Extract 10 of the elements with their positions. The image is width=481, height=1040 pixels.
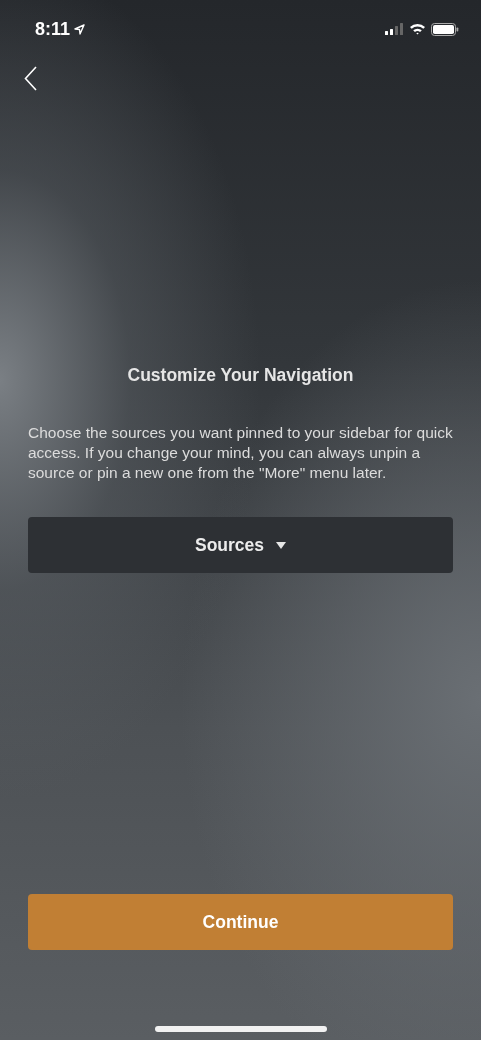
- battery-icon: [431, 22, 459, 36]
- page-title: Customize Your Navigation: [126, 365, 355, 386]
- caret-icon: [276, 541, 287, 549]
- sources-dropdown[interactable]: Sources: [28, 517, 453, 573]
- status-time: 8:11: [35, 18, 71, 40]
- description-text: Choose the sources you want pinned to your sidebar for quick access. If you change your mind, you can always unpin a source or pin a new one from the "More" menu later.: [28, 423, 453, 483]
- wifi-icon: [409, 23, 426, 35]
- signal-icon: [385, 23, 404, 35]
- location-icon: [74, 23, 86, 35]
- back-icon[interactable]: [24, 65, 38, 91]
